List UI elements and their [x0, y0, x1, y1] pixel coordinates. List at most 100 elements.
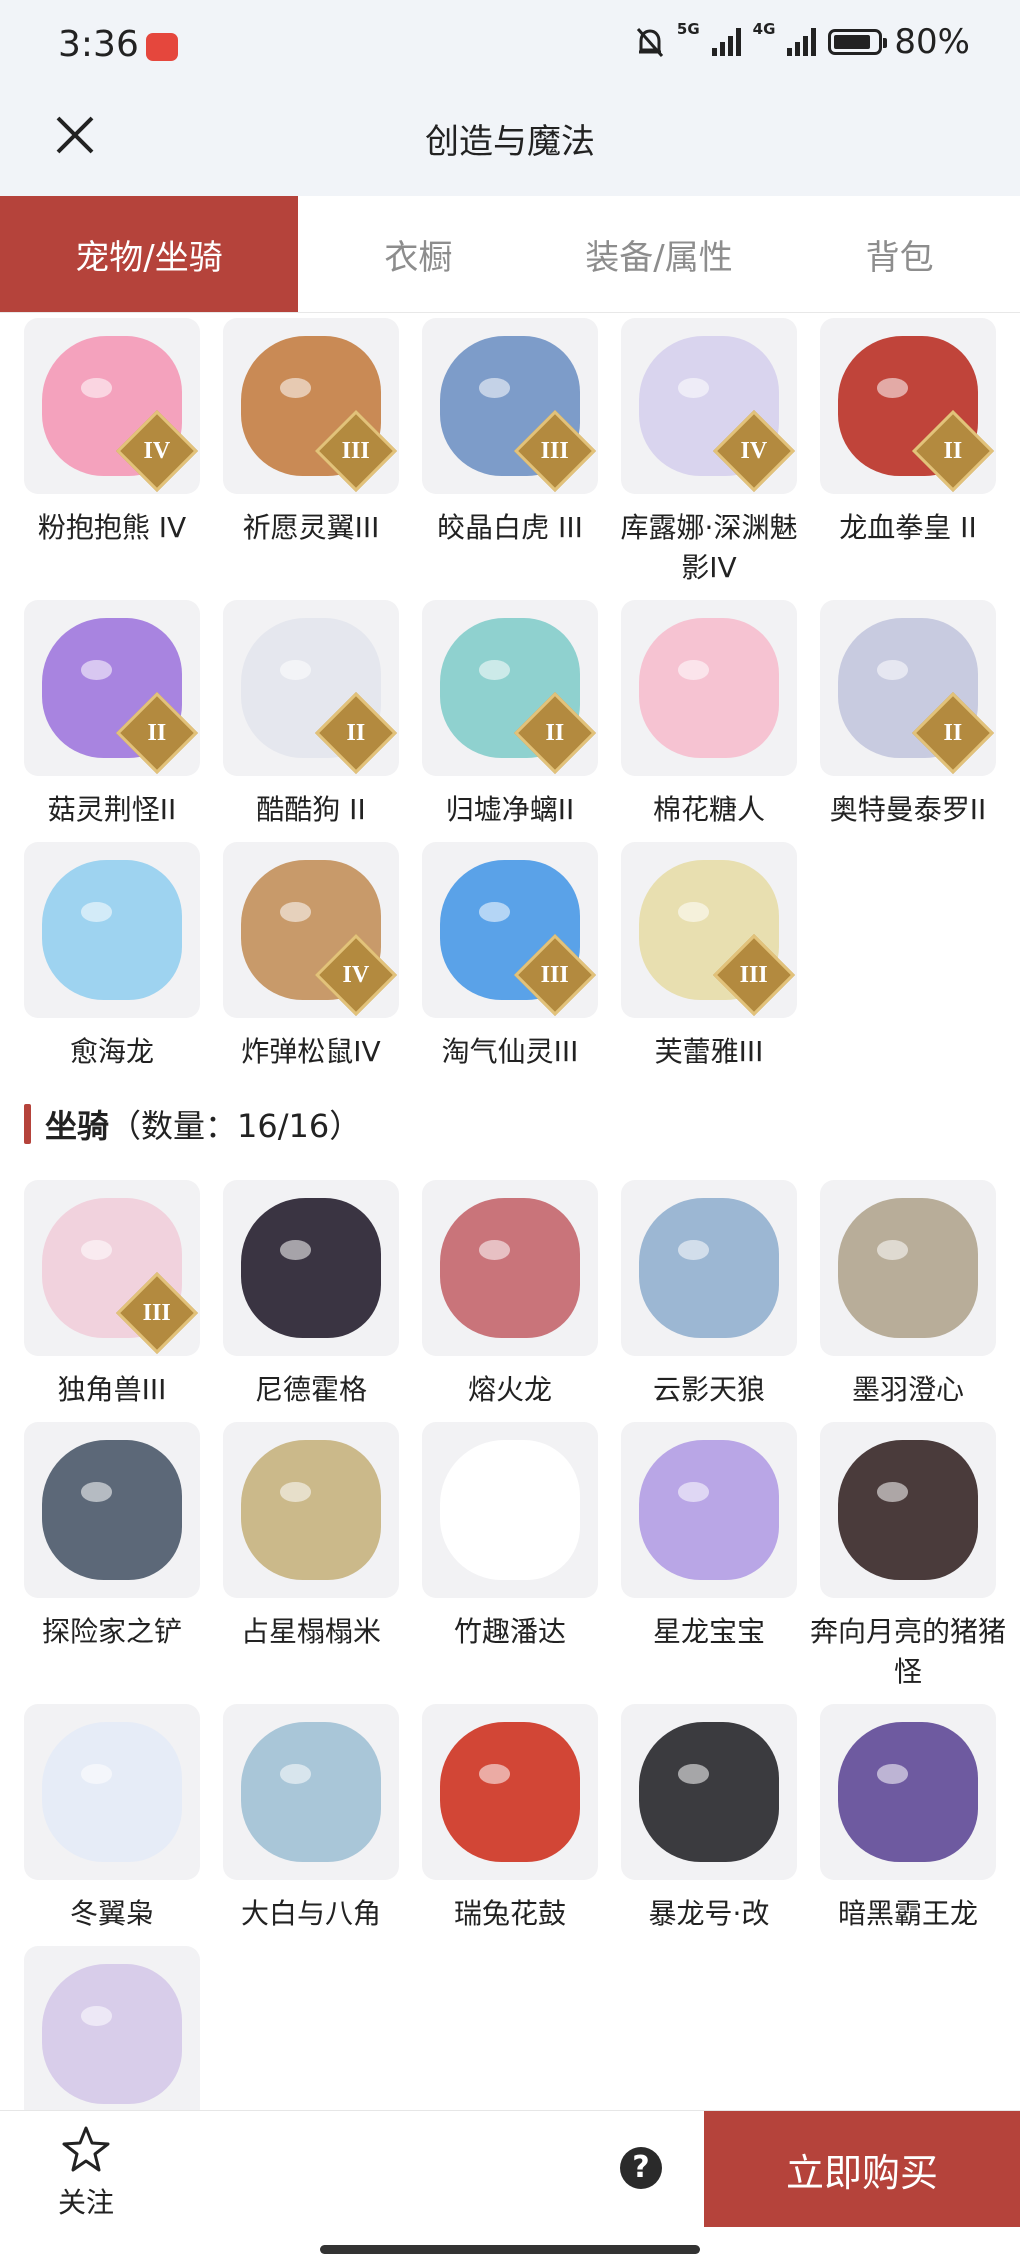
- pet-item[interactable]: III 芙蕾雅III: [621, 842, 797, 1072]
- mount-item[interactable]: 大白与八角: [223, 1704, 399, 1934]
- mount-item[interactable]: 竹趣潘达: [422, 1422, 598, 1692]
- mount-name: 暗黑霸王龙: [837, 1897, 978, 1930]
- mount-thumbnail: [24, 1946, 200, 2110]
- tab-backpack[interactable]: 背包: [779, 196, 1020, 312]
- help-icon[interactable]: ?: [620, 2147, 662, 2189]
- mount-grid: III 独角兽III 尼德霍格 熔火龙 云影天狼 墨羽澄心探险家之铲 占星榻榻米 竹趣潘达 星龙…: [24, 1180, 1006, 2110]
- pet-item[interactable]: III 祈愿灵翼III: [223, 318, 399, 588]
- mount-name: 探险家之铲: [41, 1615, 182, 1648]
- mount-item[interactable]: 云影天狼: [621, 1180, 797, 1410]
- mount-thumbnail: [820, 1422, 996, 1598]
- pet-thumbnail: III: [422, 842, 598, 1018]
- pet-item[interactable]: 愈海龙: [24, 842, 200, 1072]
- mount-item[interactable]: [24, 1946, 200, 2110]
- pet-item[interactable]: II 奥特曼泰罗II: [820, 600, 996, 830]
- pet-thumbnail: II: [24, 600, 200, 776]
- mount-image: [639, 1440, 779, 1580]
- mount-item[interactable]: 熔火龙: [422, 1180, 598, 1410]
- mount-thumbnail: [223, 1180, 399, 1356]
- mount-thumbnail: [820, 1180, 996, 1356]
- pet-thumbnail: II: [820, 600, 996, 776]
- mount-name: 奔向月亮的猪猪怪: [809, 1615, 1006, 1688]
- mount-thumbnail: [422, 1704, 598, 1880]
- mount-section-title: 坐骑: [45, 1107, 110, 1145]
- pet-grid: IV 粉抱抱熊 IV III 祈愿灵翼III III 皎晶白虎 III IV 库露娜·深渊魅影…: [24, 318, 996, 1072]
- pet-name: 粉抱抱熊 IV: [37, 511, 187, 544]
- network-4g-label: 4G: [752, 20, 776, 38]
- pet-name: 愈海龙: [69, 1035, 154, 1068]
- tier-label: II: [545, 719, 565, 746]
- app-header: 创造与魔法: [0, 92, 1020, 196]
- tier-label: IV: [143, 437, 171, 464]
- mount-thumbnail: [422, 1180, 598, 1356]
- pet-name: 库露娜·深渊魅影IV: [620, 511, 798, 584]
- pet-item[interactable]: II 归墟净螭II: [422, 600, 598, 830]
- pet-name: 龙血拳皇 II: [839, 511, 977, 544]
- status-time: 3:36: [58, 24, 139, 65]
- buy-now-button[interactable]: 立即购买: [704, 2111, 1020, 2227]
- pet-thumbnail: II: [820, 318, 996, 494]
- mount-image: [639, 1722, 779, 1862]
- tab-pets-mounts[interactable]: 宠物/坐骑: [0, 196, 298, 312]
- pet-item[interactable]: II 酷酷狗 II: [223, 600, 399, 830]
- pet-item[interactable]: IV 炸弹松鼠IV: [223, 842, 399, 1072]
- pet-item[interactable]: II 菇灵荆怪II: [24, 600, 200, 830]
- mount-item[interactable]: 瑞兔花鼓: [422, 1704, 598, 1934]
- tab-equipment[interactable]: 装备/属性: [539, 196, 780, 312]
- pet-item[interactable]: II 龙血拳皇 II: [820, 318, 996, 588]
- mount-item[interactable]: III 独角兽III: [24, 1180, 200, 1410]
- mount-image: [440, 1440, 580, 1580]
- tab-bar: 宠物/坐骑 衣橱 装备/属性 背包: [0, 196, 1020, 313]
- status-bar: 3:36 5G 4G 80%: [0, 0, 1020, 92]
- mount-item[interactable]: 暗黑霸王龙: [820, 1704, 996, 1934]
- mount-item[interactable]: 暴龙号·改: [621, 1704, 797, 1934]
- pet-thumbnail: III: [223, 318, 399, 494]
- mount-item[interactable]: 奔向月亮的猪猪怪: [810, 1422, 1006, 1692]
- pet-thumbnail: III: [422, 318, 598, 494]
- pet-item[interactable]: 棉花糖人: [621, 600, 797, 830]
- mute-bell-icon: [636, 28, 664, 57]
- page-title: 创造与魔法: [425, 122, 595, 162]
- mount-image: [241, 1722, 381, 1862]
- mount-thumbnail: [621, 1422, 797, 1598]
- mount-count: （数量：16/16）: [109, 1107, 362, 1145]
- pet-thumbnail: II: [223, 600, 399, 776]
- follow-button[interactable]: 关注: [56, 2125, 116, 2221]
- pet-image: [42, 860, 182, 1000]
- mount-name: 占星榻榻米: [240, 1615, 381, 1648]
- pet-item[interactable]: IV 粉抱抱熊 IV: [24, 318, 200, 588]
- pet-thumbnail: III: [621, 842, 797, 1018]
- content-scroll-area[interactable]: IV 粉抱抱熊 IV III 祈愿灵翼III III 皎晶白虎 III IV 库露娜·深渊魅影…: [0, 312, 1020, 2110]
- pet-item[interactable]: III 淘气仙灵III: [422, 842, 598, 1072]
- pet-name: 炸弹松鼠IV: [241, 1035, 381, 1068]
- mount-item[interactable]: 占星榻榻米: [223, 1422, 399, 1692]
- pet-name: 菇灵荆怪II: [47, 793, 177, 826]
- mount-thumbnail: [422, 1422, 598, 1598]
- tier-label: IV: [342, 961, 370, 988]
- pet-item[interactable]: IV 库露娜·深渊魅影IV: [621, 318, 797, 588]
- mount-item[interactable]: 墨羽澄心: [820, 1180, 996, 1410]
- mount-thumbnail: [223, 1704, 399, 1880]
- pet-name: 皎晶白虎 III: [437, 511, 583, 544]
- mount-image: [440, 1198, 580, 1338]
- pet-thumbnail: II: [422, 600, 598, 776]
- home-indicator[interactable]: [320, 2245, 700, 2254]
- tier-label: II: [346, 719, 366, 746]
- pet-name: 祈愿灵翼III: [242, 511, 380, 544]
- mount-item[interactable]: 探险家之铲: [24, 1422, 200, 1692]
- mount-item[interactable]: 冬翼枭: [24, 1704, 200, 1934]
- mount-thumbnail: [223, 1422, 399, 1598]
- mount-item[interactable]: 尼德霍格: [223, 1180, 399, 1410]
- mount-image: [42, 1964, 182, 2104]
- mount-image: [42, 1722, 182, 1862]
- tab-wardrobe[interactable]: 衣橱: [298, 196, 539, 312]
- pet-thumbnail: IV: [24, 318, 200, 494]
- battery-level: 80%: [894, 22, 970, 62]
- mount-item[interactable]: 星龙宝宝: [621, 1422, 797, 1692]
- mount-image: [838, 1198, 978, 1338]
- signal-4g-icon: [787, 28, 817, 56]
- status-indicators: 5G 4G 80%: [635, 22, 970, 62]
- mount-thumbnail: [621, 1180, 797, 1356]
- pet-item[interactable]: III 皎晶白虎 III: [422, 318, 598, 588]
- mount-image: [42, 1440, 182, 1580]
